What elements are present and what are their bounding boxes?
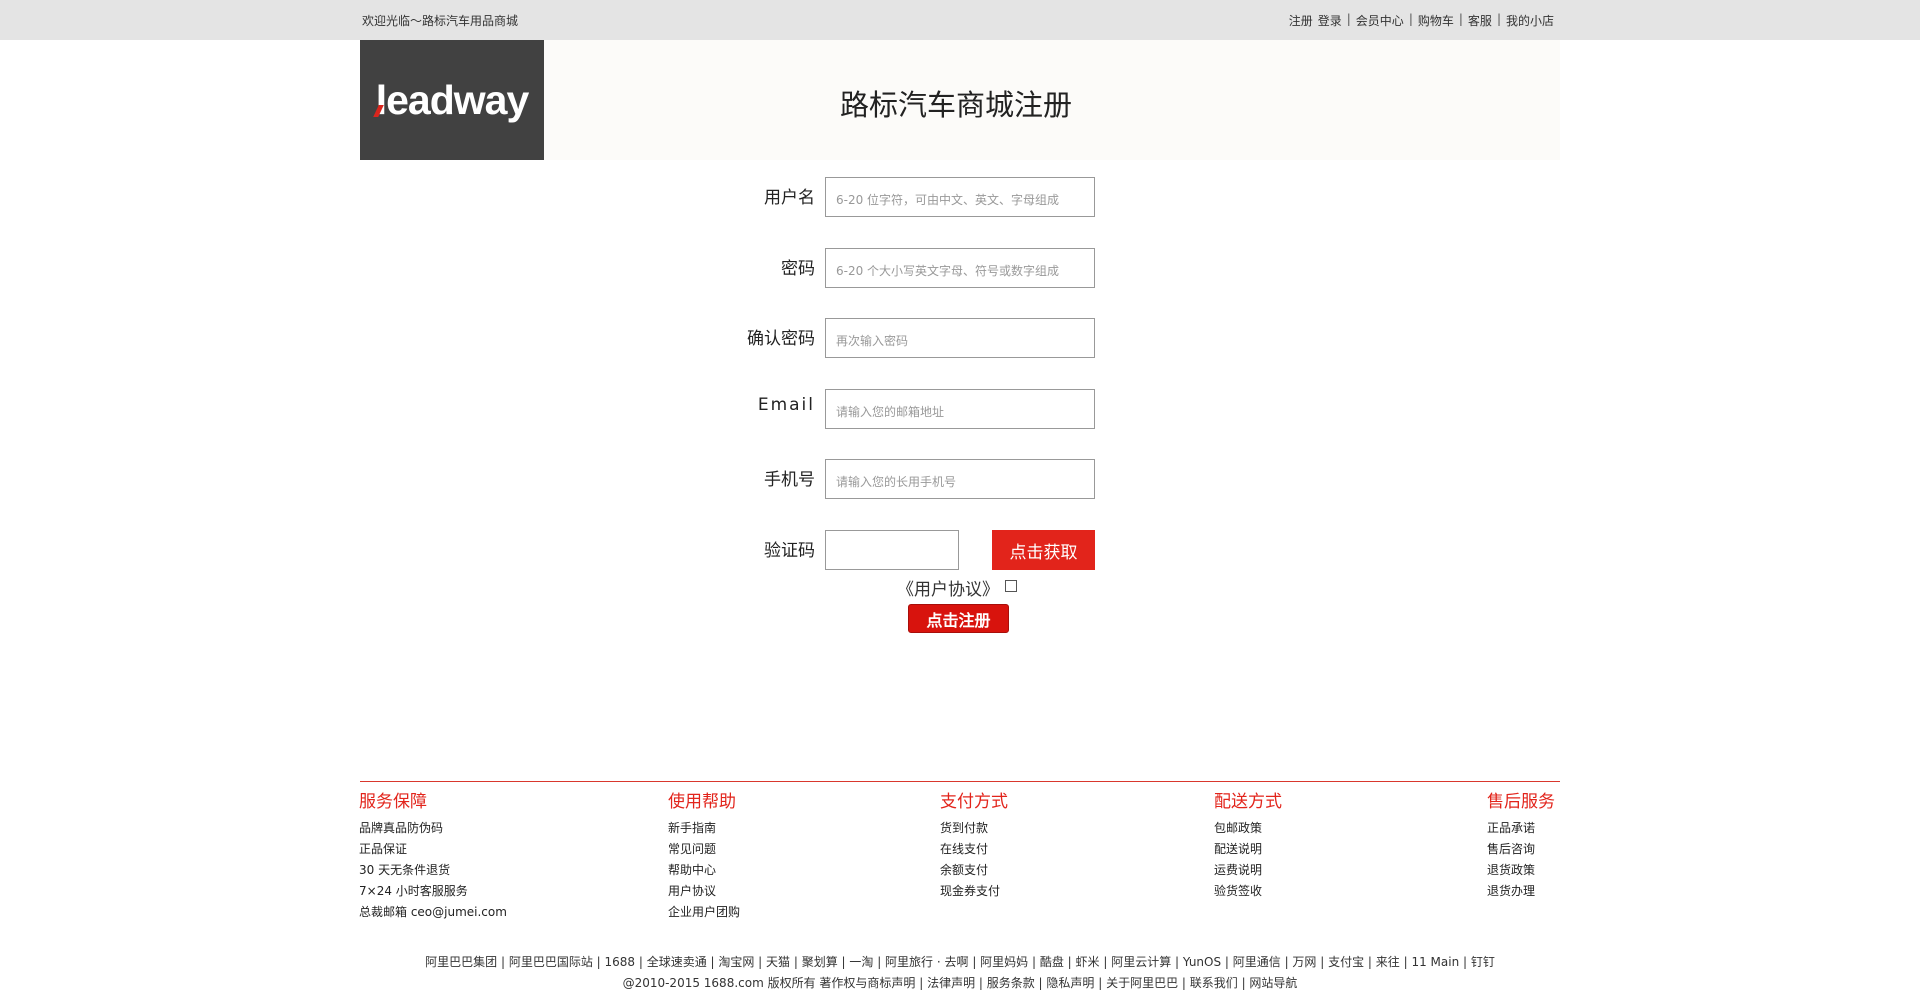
footer-divider <box>360 781 1560 782</box>
footer-column-service: 服务保障 品牌真品防伪码 正品保证 30 天无条件退货 7×24 小时客服服务 … <box>359 787 507 923</box>
verification-code-label: 验证码 <box>764 541 815 561</box>
my-shop-link[interactable]: 我的小店 <box>1506 12 1554 29</box>
password-input[interactable]: 6-20 个大小写英文字母、符号或数字组成 <box>825 248 1095 288</box>
footer-link[interactable]: 包邮政策 <box>1214 818 1282 839</box>
footer-column-after-sales: 售后服务 正品承诺 售后咨询 退货政策 退货办理 <box>1487 787 1555 902</box>
phone-label: 手机号 <box>764 470 815 490</box>
confirm-password-row: 确认密码 再次输入密码 <box>0 318 1920 358</box>
footer-column-help: 使用帮助 新手指南 常见问题 帮助中心 用户协议 企业用户团购 <box>668 787 740 923</box>
copyright-text: @2010-2015 1688.com 版权所有 著作权与商标声明 | 法律声明… <box>622 976 1298 990</box>
footer-link[interactable]: 常见问题 <box>668 839 740 860</box>
footer-column-title: 使用帮助 <box>668 792 736 812</box>
verification-code-row: 验证码 点击获取 <box>0 530 1920 570</box>
service-link[interactable]: 客服 <box>1468 12 1492 29</box>
email-input[interactable]: 请输入您的邮箱地址 <box>825 389 1095 429</box>
divider: | <box>1346 12 1351 26</box>
footer-link[interactable]: 退货政策 <box>1487 860 1555 881</box>
footer-link[interactable]: 企业用户团购 <box>668 902 740 923</box>
verification-code-input[interactable] <box>825 530 959 570</box>
welcome-text: 欢迎光临～路标汽车用品商城 <box>362 14 519 28</box>
footer-link[interactable]: 售后咨询 <box>1487 839 1555 860</box>
confirm-password-label: 确认密码 <box>747 329 815 349</box>
page-title: 路标汽车商城注册 <box>840 88 1073 122</box>
footer-link[interactable]: 帮助中心 <box>668 860 740 881</box>
divider: | <box>1458 12 1463 26</box>
footer-column-title: 服务保障 <box>359 792 427 812</box>
confirm-password-input[interactable]: 再次输入密码 <box>825 318 1095 358</box>
footer-link[interactable]: 运费说明 <box>1214 860 1282 881</box>
footer-link[interactable]: 在线支付 <box>940 839 1008 860</box>
cart-link[interactable]: 购物车 <box>1418 12 1454 29</box>
username-label: 用户名 <box>764 188 815 208</box>
email-label: Email <box>757 395 815 415</box>
footer-link[interactable]: 品牌真品防伪码 <box>359 818 507 839</box>
footer-link[interactable]: 用户协议 <box>668 881 740 902</box>
username-row: 用户名 6-20 位字符，可由中文、英文、字母组成 <box>0 177 1920 217</box>
footer-column-payment: 支付方式 货到付款 在线支付 余额支付 现金券支付 <box>940 787 1008 902</box>
get-code-button[interactable]: 点击获取 <box>992 530 1095 570</box>
page-header: leadway 路标汽车商城注册 <box>360 40 1560 160</box>
footer-link[interactable]: 正品保证 <box>359 839 507 860</box>
footer-link[interactable]: 30 天无条件退货 <box>359 860 507 881</box>
user-agreement-link[interactable]: 《用户协议》 <box>897 575 999 600</box>
divider: | <box>1408 12 1413 26</box>
register-submit-button[interactable]: 点击注册 <box>908 604 1009 633</box>
register-link[interactable]: 注册 <box>1289 12 1313 29</box>
footer-link[interactable]: 新手指南 <box>668 818 740 839</box>
footer-link[interactable]: 退货办理 <box>1487 881 1555 902</box>
top-bar: 欢迎光临～路标汽车用品商城 注册 登录 | 会员中心 | 购物车 | 客服 | … <box>0 0 1920 40</box>
agreement-checkbox[interactable] <box>1005 579 1017 592</box>
footer-column-delivery: 配送方式 包邮政策 配送说明 运费说明 验货签收 <box>1214 787 1282 902</box>
footer-link[interactable]: 正品承诺 <box>1487 818 1555 839</box>
login-link[interactable]: 登录 <box>1318 12 1342 29</box>
logo-wordmark: leadway <box>372 77 529 124</box>
footer-link[interactable]: 总裁邮箱 ceo@jumei.com <box>359 902 507 923</box>
member-center-link[interactable]: 会员中心 <box>1356 12 1404 29</box>
divider: | <box>1496 12 1501 26</box>
partner-links[interactable]: 阿里巴巴集团 | 阿里巴巴国际站 | 1688 | 全球速卖通 | 淘宝网 | … <box>0 953 1920 970</box>
agreement-row: 《用户协议》 <box>897 575 1017 600</box>
password-row: 密码 6-20 个大小写英文字母、符号或数字组成 <box>0 248 1920 288</box>
footer-link[interactable]: 余额支付 <box>940 860 1008 881</box>
email-row: Email 请输入您的邮箱地址 <box>0 389 1920 429</box>
phone-input[interactable]: 请输入您的长用手机号 <box>825 459 1095 499</box>
footer-column-title: 售后服务 <box>1487 792 1555 812</box>
footer-link[interactable]: 配送说明 <box>1214 839 1282 860</box>
footer-link[interactable]: 货到付款 <box>940 818 1008 839</box>
password-label: 密码 <box>781 259 815 279</box>
phone-row: 手机号 请输入您的长用手机号 <box>0 459 1920 499</box>
footer-column-title: 配送方式 <box>1214 792 1282 812</box>
footer-link[interactable]: 验货签收 <box>1214 881 1282 902</box>
footer-link[interactable]: 现金券支付 <box>940 881 1008 902</box>
username-input[interactable]: 6-20 位字符，可由中文、英文、字母组成 <box>825 177 1095 217</box>
leadway-logo[interactable]: leadway <box>360 40 544 160</box>
top-links: 注册 登录 | 会员中心 | 购物车 | 客服 | 我的小店 <box>1289 12 1554 29</box>
footer-column-title: 支付方式 <box>940 792 1008 812</box>
footer-link[interactable]: 7×24 小时客服服务 <box>359 881 507 902</box>
